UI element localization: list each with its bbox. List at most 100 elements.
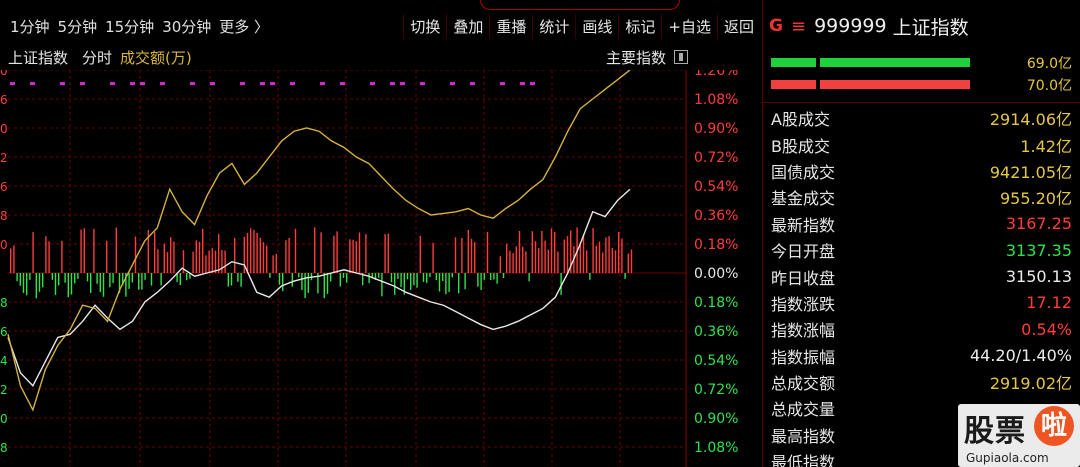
timeframe-more[interactable]: 更多 〉 bbox=[215, 16, 273, 37]
volume-bar-down bbox=[426, 273, 428, 283]
volume-bar-up bbox=[80, 229, 82, 273]
tool-list: 切换 叠加 重播 统计 画线 标记 +自选 返回 bbox=[403, 13, 760, 39]
volume-bar-down bbox=[19, 273, 21, 286]
volume-bar-down bbox=[86, 273, 89, 282]
volume-bar-up bbox=[621, 238, 623, 273]
index-name: 上证指数 bbox=[892, 16, 969, 39]
volume-bar-up bbox=[544, 240, 546, 273]
add-watchlist-button[interactable]: +自选 bbox=[661, 13, 717, 39]
main-indicator-label[interactable]: 主要指数 bbox=[606, 47, 666, 68]
volume-bar-down bbox=[16, 273, 18, 282]
volume-bar-up bbox=[566, 235, 569, 273]
timeframe-15min[interactable]: 15分钟 bbox=[101, 16, 158, 37]
stat-label: 总成交量 bbox=[771, 400, 836, 420]
volume-bar-down bbox=[54, 273, 57, 295]
statistics-button[interactable]: 统计 bbox=[532, 13, 575, 39]
timeframe-30min[interactable]: 30分钟 bbox=[158, 16, 215, 37]
volume-bar-down bbox=[141, 273, 143, 290]
volume-bar-up bbox=[202, 228, 204, 273]
index-price-line bbox=[7, 188, 631, 387]
intraday-chart[interactable]: 1.26% 1.08% 0.90% 0.72% 0.54% 0.36% 0.18% 0.00%… bbox=[0, 63, 760, 467]
signal-marker bbox=[160, 82, 165, 85]
stat-label: 最低指数 bbox=[771, 453, 836, 467]
volume-bar-up bbox=[214, 250, 217, 273]
volume-bar-down bbox=[490, 273, 492, 280]
signal-marker bbox=[390, 82, 395, 85]
stat-value: 3167.25 bbox=[1005, 214, 1072, 234]
overlay-button[interactable]: 叠加 bbox=[446, 13, 489, 39]
volume-bar-up bbox=[605, 237, 607, 273]
volume-bar-up bbox=[349, 239, 351, 273]
volume-bar-up bbox=[557, 251, 559, 273]
volume-bar-up bbox=[218, 233, 220, 273]
volume-bar-down bbox=[227, 273, 229, 287]
signal-marker bbox=[520, 82, 525, 85]
volume-bar-down bbox=[413, 273, 415, 286]
volume-bar-up bbox=[592, 228, 594, 273]
signal-marker bbox=[210, 82, 215, 85]
volume-bar-up bbox=[262, 242, 265, 273]
y-tick-label: 0.36% bbox=[694, 324, 738, 340]
signal-marker bbox=[140, 82, 145, 85]
volume-bar-up bbox=[250, 228, 252, 273]
volume-bar-down bbox=[330, 273, 332, 282]
chart-mode[interactable]: 分时 bbox=[82, 47, 112, 68]
volume-bar-down bbox=[102, 273, 105, 297]
volume-bar-down bbox=[35, 273, 37, 299]
volume-bar-up bbox=[467, 229, 469, 273]
volume-bar-down bbox=[445, 273, 447, 295]
mark-button[interactable]: 标记 bbox=[618, 13, 661, 39]
stat-value: 1.42亿 bbox=[1020, 136, 1072, 156]
volume-bar-down bbox=[144, 273, 146, 280]
watermark-word: 股票 bbox=[964, 414, 1026, 449]
volume-bar-up bbox=[499, 256, 501, 273]
volume-bar-up bbox=[154, 231, 156, 273]
volume-bar-down bbox=[138, 273, 140, 290]
index-average-line bbox=[7, 69, 631, 412]
switch-button[interactable]: 切换 bbox=[403, 13, 446, 39]
volume-bar-down bbox=[26, 273, 28, 296]
volume-bar-down bbox=[109, 273, 111, 288]
left-tick-label: 8 bbox=[0, 441, 8, 455]
volume-bar-up bbox=[256, 232, 258, 273]
chart-header: 上证指数 分时 成交额(万) 主要指数 bbox=[0, 44, 760, 70]
stat-value: 2914.06亿 bbox=[989, 110, 1072, 130]
left-tick-label: 4 bbox=[0, 354, 8, 368]
volume-bar-up bbox=[419, 235, 421, 273]
panel-toggle-icon[interactable] bbox=[674, 50, 688, 64]
volume-bar-down bbox=[448, 273, 450, 292]
stat-row: A股成交 2914.06亿 bbox=[763, 105, 1080, 131]
signal-marker bbox=[130, 82, 135, 85]
buy-bar-segment-b bbox=[820, 58, 970, 67]
volume-bar-down bbox=[477, 273, 479, 287]
timeframe-5min[interactable]: 5分钟 bbox=[54, 16, 102, 37]
volume-label[interactable]: 成交额(万) bbox=[120, 47, 192, 68]
volume-bar-up bbox=[611, 247, 613, 273]
stat-label: B股成交 bbox=[771, 136, 830, 156]
volume-bar-down bbox=[42, 273, 44, 288]
volume-bar-up bbox=[358, 232, 361, 273]
signal-marker bbox=[370, 82, 375, 85]
left-tick-label: 0 bbox=[0, 238, 8, 252]
left-tick-label: 0 bbox=[0, 122, 8, 136]
draw-line-button[interactable]: 画线 bbox=[575, 13, 618, 39]
stat-value: 3137.35 bbox=[1005, 240, 1072, 260]
volume-bar-up bbox=[246, 232, 249, 273]
volume-bar-up bbox=[486, 231, 489, 273]
replay-button[interactable]: 重播 bbox=[489, 13, 532, 39]
timeframe-1min[interactable]: 1分钟 bbox=[6, 16, 54, 37]
volume-bar-up bbox=[618, 231, 620, 273]
panel-header: G ≡ 999999 上证指数 bbox=[763, 0, 1080, 52]
volume-bar-up bbox=[509, 250, 511, 273]
signal-marker bbox=[80, 82, 85, 85]
volume-bar-down bbox=[458, 273, 460, 294]
volume-bar-up bbox=[170, 237, 172, 273]
back-button[interactable]: 返回 bbox=[716, 13, 760, 39]
volume-bar-down bbox=[339, 273, 341, 287]
signal-marker bbox=[190, 82, 195, 85]
volume-bar-up bbox=[221, 250, 223, 273]
stat-label: 最高指数 bbox=[771, 426, 836, 446]
menu-icon[interactable]: ≡ bbox=[791, 16, 806, 37]
volume-bar-up bbox=[454, 237, 457, 273]
stat-value: 9421.05亿 bbox=[989, 162, 1072, 182]
